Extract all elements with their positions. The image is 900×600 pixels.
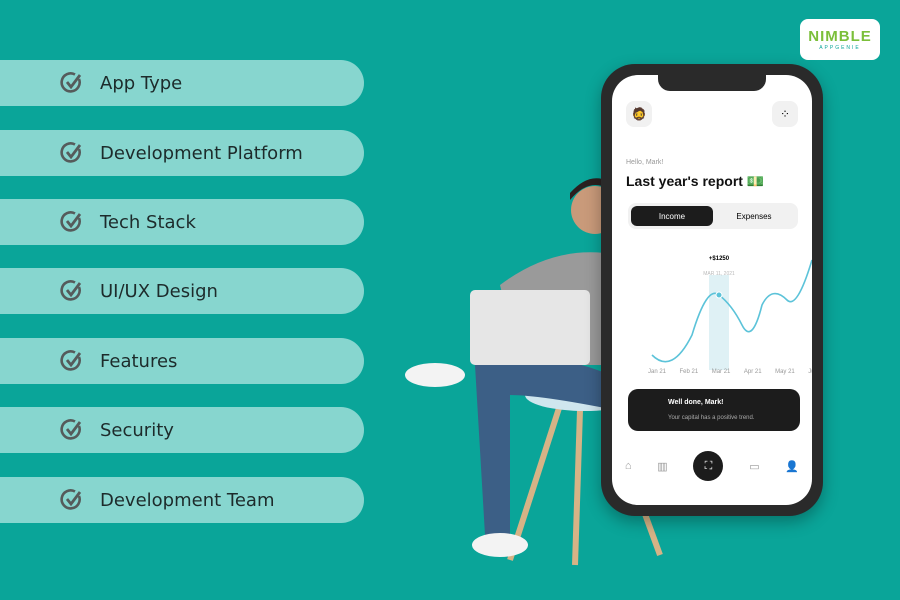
- bottom-nav: ⌂ ▥ ⛶ ▭ 👤: [612, 451, 812, 481]
- feature-label: UI/UX Design: [100, 280, 218, 302]
- home-icon[interactable]: ⌂: [625, 460, 632, 472]
- greeting: Hello, Mark!: [626, 159, 664, 166]
- avatar[interactable]: 🧔: [626, 101, 652, 127]
- month-label: Feb 21: [679, 369, 699, 375]
- nimble-appgenie-logo: NIMBLE APPGENIE: [800, 19, 880, 60]
- check-circle-icon: [60, 72, 82, 93]
- check-circle-icon: [60, 350, 82, 371]
- scan-button[interactable]: ⛶: [693, 451, 724, 481]
- month-label: Jun: [808, 369, 812, 375]
- phone-notch: [658, 75, 766, 91]
- feature-label: Development Platform: [100, 142, 303, 164]
- check-circle-icon: [60, 142, 82, 163]
- month-label: May 21: [775, 369, 795, 375]
- tooltip-value: +$1250: [708, 256, 730, 262]
- month-axis: Jan 21 Feb 21 Mar 21 Apr 21 May 21 Jun: [648, 369, 812, 375]
- feature-label: Development Team: [100, 489, 275, 511]
- check-circle-icon: [60, 280, 82, 301]
- phone-screen: 🧔 ⁘ Hello, Mark! Last year's report 💵 In…: [612, 75, 812, 505]
- month-label: Jan 21: [648, 369, 667, 375]
- highlight-band: [709, 275, 729, 370]
- stats-icon[interactable]: ▥: [657, 460, 667, 473]
- tab-income[interactable]: Income: [631, 206, 713, 226]
- tabs: Income Expenses: [628, 203, 798, 229]
- logo-text: NIMBLE: [808, 28, 872, 45]
- feature-label: Tech Stack: [100, 211, 196, 233]
- menu-grid-icon[interactable]: ⁘: [772, 101, 798, 127]
- card-text: Your capital has a positive trend.: [668, 415, 755, 421]
- profile-icon[interactable]: 👤: [785, 460, 799, 473]
- feature-item: App Type: [0, 60, 364, 106]
- logo-subtext: APPGENIE: [819, 45, 861, 51]
- feature-item: Development Team: [0, 477, 364, 523]
- feature-label: Security: [100, 419, 174, 441]
- feature-item: UI/UX Design: [0, 268, 364, 314]
- feature-item: Development Platform: [0, 130, 364, 176]
- check-circle-icon: [60, 211, 82, 232]
- phone-mockup: 🧔 ⁘ Hello, Mark! Last year's report 💵 In…: [601, 64, 823, 516]
- month-label: Mar 21: [711, 369, 731, 375]
- feature-item: Tech Stack: [0, 199, 364, 245]
- tooltip-date: MAR 11, 2021: [703, 271, 735, 277]
- month-label: Apr 21: [743, 369, 762, 375]
- feature-label: App Type: [100, 72, 183, 94]
- wallet-icon[interactable]: ▭: [749, 460, 759, 473]
- tab-expenses[interactable]: Expenses: [713, 206, 795, 226]
- chart-tooltip: +$1250 MAR 11, 2021: [694, 256, 744, 280]
- feature-label: Features: [100, 350, 178, 372]
- selected-point[interactable]: [715, 291, 723, 299]
- report-title: Last year's report 💵: [626, 173, 765, 189]
- feature-item: Security: [0, 407, 364, 453]
- card-title: Well done, Mark!: [668, 399, 724, 406]
- feature-item: Features: [0, 338, 364, 384]
- check-circle-icon: [60, 489, 82, 510]
- check-circle-icon: [60, 419, 82, 440]
- well-done-card: Well done, Mark! Your capital has a posi…: [628, 389, 800, 431]
